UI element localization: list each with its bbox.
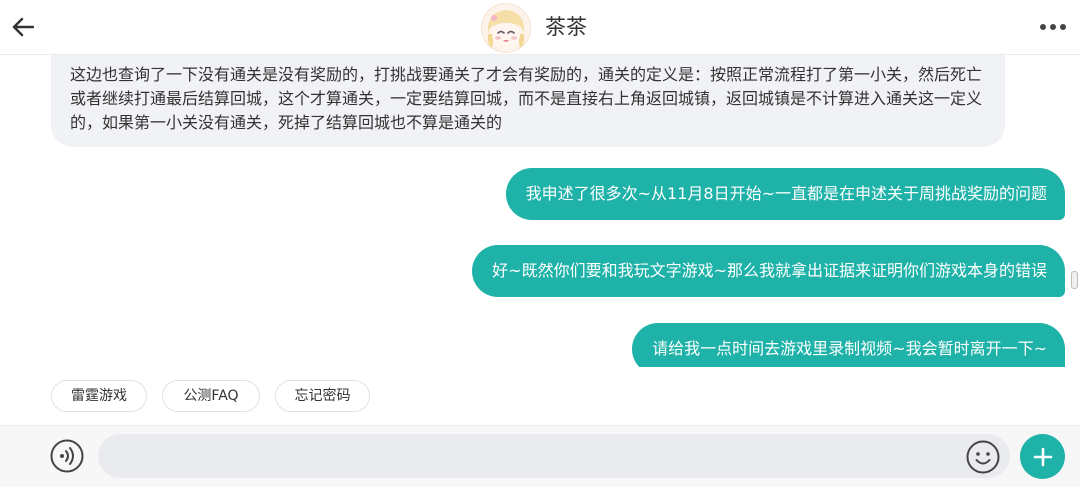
anime-girl-avatar-icon [482, 4, 530, 52]
input-bar [0, 425, 1080, 487]
chat-header: 茶茶 [0, 0, 1080, 55]
avatar[interactable] [481, 3, 531, 53]
incoming-message: 这边也查询了一下没有通关是没有奖励的，打挑战要通关了才会有奖励的，通关的定义是：… [51, 55, 1005, 147]
more-dots-icon [1040, 24, 1066, 30]
scrollbar[interactable] [1071, 271, 1078, 289]
quick-reply-chip[interactable]: 雷霆游戏 [51, 380, 147, 412]
arrow-left-icon [12, 17, 34, 37]
add-button[interactable] [1020, 434, 1065, 479]
page-title: 茶茶 [545, 15, 587, 39]
outgoing-message: 好~既然你们要和我玩文字游戏~那么我就拿出证据来证明你们游戏本身的错误 [472, 245, 1065, 297]
emoji-button[interactable] [966, 440, 1000, 474]
voice-button[interactable] [50, 439, 84, 473]
plus-icon [1033, 447, 1052, 466]
quick-reply-bar: 雷霆游戏 公测FAQ 忘记密码 [0, 367, 1080, 425]
back-button[interactable] [8, 12, 38, 42]
message-input[interactable] [98, 434, 1010, 478]
emoji-icon [966, 440, 1000, 474]
more-button[interactable] [1036, 14, 1070, 40]
quick-reply-chip[interactable]: 公测FAQ [162, 380, 260, 412]
outgoing-message: 请给我一点时间去游戏里录制视频~我会暂时离开一下~ [632, 323, 1065, 367]
chat-area[interactable]: 这边也查询了一下没有通关是没有奖励的，打挑战要通关了才会有奖励的，通关的定义是：… [0, 55, 1080, 367]
voice-icon [50, 439, 84, 473]
outgoing-message: 我申述了很多次~从11月8日开始~一直都是在申述关于周挑战奖励的问题 [505, 168, 1065, 220]
quick-reply-chip[interactable]: 忘记密码 [275, 380, 370, 412]
